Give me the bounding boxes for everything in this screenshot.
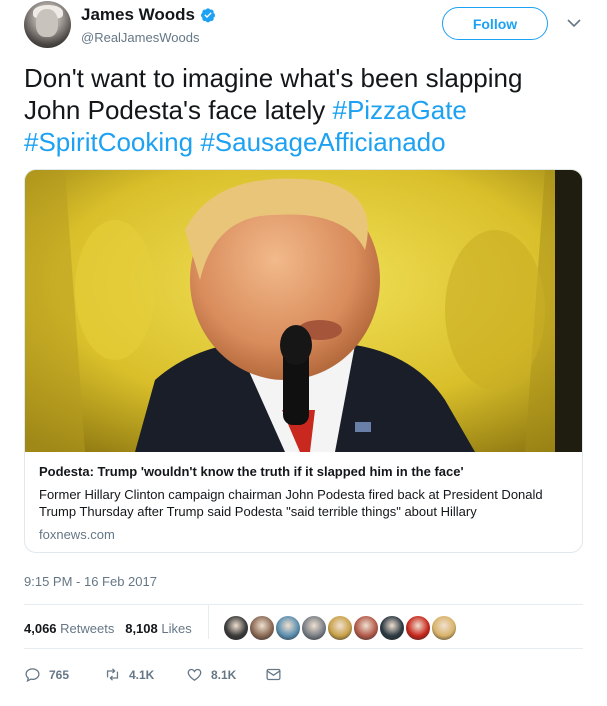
avatar-face (36, 9, 58, 37)
envelope-icon (266, 668, 281, 681)
chevron-down-icon[interactable] (567, 18, 581, 28)
liker-avatar[interactable] (223, 615, 249, 641)
liker-avatar[interactable] (431, 615, 457, 641)
retweets-count: 4,066 (24, 621, 57, 636)
liker-avatar[interactable] (327, 615, 353, 641)
author-name[interactable]: James Woods (81, 5, 195, 25)
like-button[interactable]: 8.1K (186, 666, 236, 683)
author-avatar[interactable] (24, 1, 71, 48)
tweet-stats: 4,066 Retweets 8,108 Likes (24, 621, 192, 636)
card-image-illustration (25, 170, 582, 452)
author-handle[interactable]: @RealJamesWoods (81, 30, 199, 45)
divider (24, 648, 583, 649)
divider (24, 604, 583, 605)
retweet-button[interactable]: 4.1K (104, 666, 154, 683)
liker-avatar[interactable] (249, 615, 275, 641)
stats-divider (208, 605, 209, 639)
tweet-text: Don't want to imagine what's been slappi… (24, 62, 584, 158)
liker-avatar[interactable] (275, 615, 301, 641)
retweet-count: 4.1K (129, 667, 155, 682)
card-image[interactable] (25, 170, 582, 452)
card-domain: foxnews.com (39, 527, 115, 542)
hashtag-link[interactable]: #PizzaGate (332, 95, 466, 125)
likes-stat[interactable]: 8,108 Likes (125, 621, 192, 636)
reply-button[interactable]: 765 (24, 666, 69, 683)
liker-avatar[interactable] (353, 615, 379, 641)
card-title[interactable]: Podesta: Trump 'wouldn't know the truth … (39, 464, 464, 479)
card-description: Former Hillary Clinton campaign chairman… (39, 487, 543, 519)
heart-icon (187, 668, 202, 681)
verified-badge-icon (201, 8, 216, 23)
likes-label: Likes (161, 621, 192, 636)
follow-button[interactable]: Follow (442, 7, 548, 40)
liker-avatar[interactable] (301, 615, 327, 641)
retweets-stat[interactable]: 4,066 Retweets (24, 621, 114, 636)
author-name-row[interactable]: James Woods (81, 5, 216, 25)
reply-count: 765 (49, 667, 70, 682)
tweet-text-line2: John Podesta's face lately (24, 95, 333, 125)
direct-message-button[interactable] (265, 666, 282, 683)
tweet-timestamp[interactable]: 9:15 PM - 16 Feb 2017 (24, 574, 157, 589)
likes-count: 8,108 (125, 621, 158, 636)
like-count: 8.1K (211, 667, 237, 682)
tweet-text-line1: Don't want to imagine what's been slappi… (24, 63, 523, 93)
retweet-icon (106, 668, 119, 681)
hashtag-link[interactable]: #SausageAfficianado (200, 127, 445, 157)
reply-icon (25, 668, 40, 683)
liker-avatar[interactable] (379, 615, 405, 641)
retweets-label: Retweets (60, 621, 115, 636)
link-preview-card[interactable]: Podesta: Trump 'wouldn't know the truth … (24, 169, 583, 553)
liker-avatar[interactable] (405, 615, 431, 641)
hashtag-link[interactable]: #SpiritCooking (24, 127, 193, 157)
